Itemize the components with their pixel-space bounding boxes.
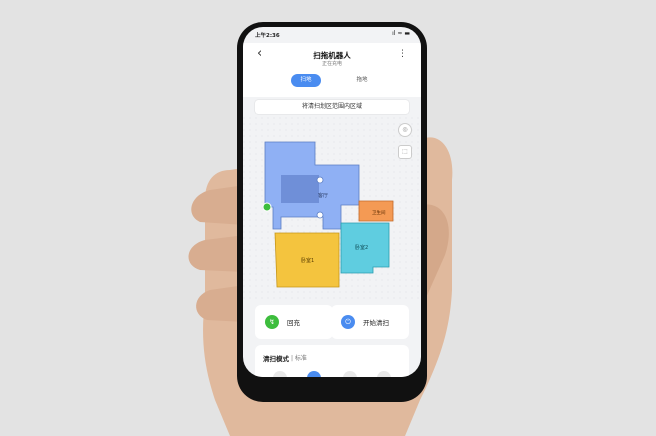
zone-clean-banner[interactable]: 将清扫划区范围内区域	[255, 100, 409, 114]
suction-option-1[interactable]	[273, 371, 287, 377]
clean-mode-label: 清扫模式	[263, 355, 289, 363]
tab-sweep[interactable]: 扫地	[291, 74, 321, 87]
suction-option-2[interactable]	[307, 371, 321, 377]
tab-mop[interactable]: 拖地	[347, 74, 377, 87]
recharge-label: 回充	[287, 319, 300, 327]
photo-scene: 上午2:36 ıl ≈ ▬ ‹ 扫拖机器人 正在充电 ⋮ 扫地 拖地 将清扫划区…	[0, 0, 656, 436]
signal-wifi-battery-icon: ıl ≈ ▬	[392, 30, 410, 37]
floor-map[interactable]: 客厅 卧室1 卧室2 卫生间 ◎ ⬚	[243, 117, 421, 302]
room-label-bedroom1: 卧室1	[301, 257, 314, 264]
start-clean-label: 开始清扫	[363, 319, 389, 327]
area-select-icon[interactable]: ⬚	[398, 145, 412, 159]
carpet-area	[281, 175, 319, 203]
suction-option-4[interactable]	[377, 371, 391, 377]
more-options-icon[interactable]: ⋮	[398, 49, 407, 59]
mode-tabs: 扫地 拖地	[243, 69, 421, 97]
edit-divider-icon	[316, 211, 324, 219]
suction-option-3[interactable]	[343, 371, 357, 377]
room-label-living: 客厅	[318, 192, 328, 199]
charging-dock-icon	[262, 202, 272, 212]
app-header: ‹ 扫拖机器人 正在充电 ⋮	[243, 43, 421, 69]
map-canvas: 客厅 卧室1 卧室2 卫生间	[243, 117, 421, 302]
device-status: 正在充电	[321, 61, 342, 67]
start-clean-button[interactable]: ⏻ 开始清扫	[331, 305, 409, 339]
room-label-bedroom2: 卧室2	[355, 244, 368, 251]
recharge-button[interactable]: ↯ 回充	[255, 305, 333, 339]
map-pin-icon[interactable]: ◎	[398, 123, 412, 137]
status-bar: 上午2:36 ıl ≈ ▬	[243, 27, 421, 43]
phone-screen: 上午2:36 ıl ≈ ▬ ‹ 扫拖机器人 正在充电 ⋮ 扫地 拖地 将清扫划区…	[243, 27, 421, 377]
robot-position-icon	[316, 176, 324, 184]
recharge-icon: ↯	[265, 315, 279, 329]
clean-mode-panel[interactable]: 清扫模式 | 标准	[255, 345, 409, 377]
status-time: 上午2:36	[255, 33, 280, 39]
power-icon: ⏻	[341, 315, 355, 329]
clean-mode-value: | 标准	[291, 355, 307, 362]
room-label-bathroom: 卫生间	[372, 209, 386, 216]
action-buttons: ↯ 回充 ⏻ 开始清扫	[243, 305, 421, 341]
